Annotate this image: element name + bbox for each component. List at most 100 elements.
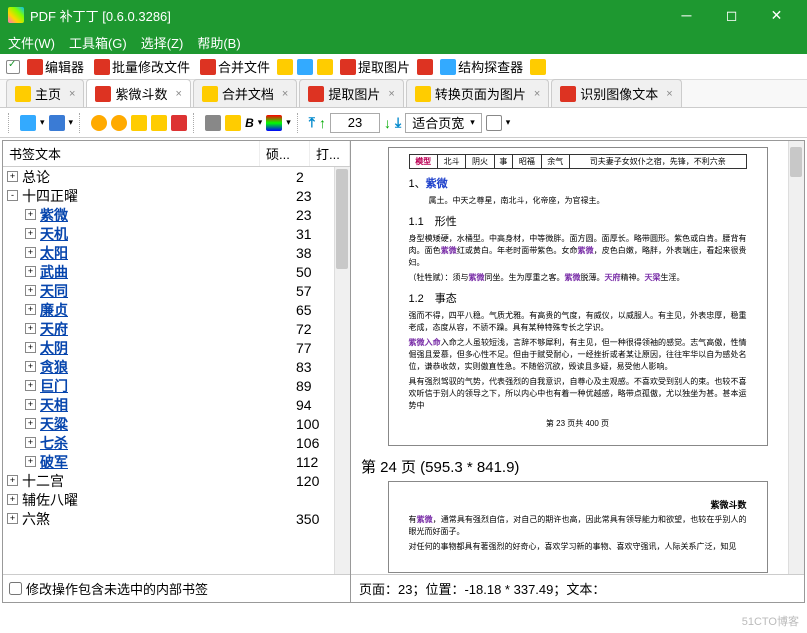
expand-icon[interactable]: +: [7, 171, 18, 182]
include-unselected-checkbox[interactable]: [9, 582, 22, 595]
copy-icon[interactable]: [131, 115, 147, 131]
close-button[interactable]: ✕: [754, 0, 799, 30]
first-page-button[interactable]: ⤒: [309, 114, 315, 131]
bookmark-row[interactable]: + 辅佐八曜: [3, 490, 350, 509]
col-2[interactable]: 硕...: [260, 141, 310, 166]
menu-toolbox[interactable]: 工具箱(G): [69, 33, 127, 52]
tool-icon[interactable]: [417, 59, 433, 75]
tab-2[interactable]: 合并文档×: [193, 79, 297, 107]
tab-0[interactable]: 主页×: [6, 79, 84, 107]
expand-icon[interactable]: +: [25, 437, 36, 448]
expand-icon[interactable]: +: [25, 247, 36, 258]
tab-close-icon[interactable]: ×: [388, 88, 394, 100]
last-page-button[interactable]: ⤓: [395, 114, 401, 131]
bookmark-row[interactable]: +廉贞65: [3, 300, 350, 319]
pdf-canvas[interactable]: 模型北斗阴火事昭福余气司夫妻子女奴仆之宿，先锋，不利六亲 1、紫微 属土。中天之…: [351, 141, 804, 574]
bookmark-row[interactable]: +六煞350: [3, 509, 350, 528]
bookmark-row[interactable]: +破军112: [3, 452, 350, 471]
mark-icon[interactable]: [225, 115, 241, 131]
col-3[interactable]: 打...: [310, 141, 350, 166]
bookmark-row[interactable]: +武曲50: [3, 262, 350, 281]
expand-icon[interactable]: +: [7, 513, 18, 524]
tab-close-icon[interactable]: ×: [282, 88, 288, 100]
bookmark-row[interactable]: +天粱100: [3, 414, 350, 433]
extract-button[interactable]: 提取图片: [337, 56, 413, 77]
maximize-button[interactable]: ◻: [709, 0, 754, 30]
expand-icon[interactable]: +: [25, 285, 36, 296]
expand-icon[interactable]: +: [7, 494, 18, 505]
editor-button[interactable]: 编辑器: [24, 56, 87, 77]
expand-icon[interactable]: +: [25, 418, 36, 429]
bookmark-row[interactable]: +总论2: [3, 167, 350, 186]
bookmark-row[interactable]: +天府72: [3, 319, 350, 338]
prev-page-button[interactable]: ↑: [319, 115, 326, 131]
bookmark-row[interactable]: +天机31: [3, 224, 350, 243]
expand-icon[interactable]: +: [25, 342, 36, 353]
tab-3[interactable]: 提取图片×: [299, 79, 403, 107]
expand-icon[interactable]: +: [25, 456, 36, 467]
edit-icon[interactable]: [205, 115, 221, 131]
undo-icon[interactable]: [91, 115, 107, 131]
expand-icon[interactable]: +: [25, 209, 36, 220]
bookmark-row[interactable]: +七杀106: [3, 433, 350, 452]
view-icon[interactable]: [486, 115, 502, 131]
expand-icon[interactable]: +: [25, 380, 36, 391]
bookmark-row[interactable]: +太阴77: [3, 338, 350, 357]
bookmark-panel: 书签文本 硕... 打... +总论2-十四正曜23+紫微23+天机31+太阳3…: [3, 141, 351, 602]
expand-icon[interactable]: +: [25, 304, 36, 315]
tab-5[interactable]: 识别图像文本×: [551, 79, 681, 107]
bold-italic-icon[interactable]: B: [245, 116, 254, 130]
new-icon[interactable]: [20, 115, 36, 131]
tab-close-icon[interactable]: ×: [175, 88, 181, 100]
batch-button[interactable]: 批量修改文件: [91, 56, 193, 77]
expand-icon[interactable]: +: [7, 475, 18, 486]
col-text[interactable]: 书签文本: [3, 141, 260, 166]
bookmark-row[interactable]: +天相94: [3, 395, 350, 414]
scroll-thumb[interactable]: [336, 169, 348, 269]
bookmark-row[interactable]: -十四正曜23: [3, 186, 350, 205]
bookmark-row[interactable]: +十二宫120: [3, 471, 350, 490]
paste-icon[interactable]: [151, 115, 167, 131]
tab-4[interactable]: 转换页面为图片×: [406, 79, 549, 107]
merge-button[interactable]: 合并文件: [197, 56, 273, 77]
tab-close-icon[interactable]: ×: [534, 88, 540, 100]
tab-1[interactable]: 紫微斗数×: [86, 79, 190, 107]
menu-help[interactable]: 帮助(B): [197, 33, 240, 52]
cell: 司夫妻子女奴仆之宿，先锋，不利六亲: [569, 155, 746, 169]
bookmark-tree[interactable]: +总论2-十四正曜23+紫微23+天机31+太阳38+武曲50+天同57+廉贞6…: [3, 167, 350, 574]
bookmark-row[interactable]: +贪狼83: [3, 357, 350, 376]
expand-icon[interactable]: +: [25, 228, 36, 239]
save-icon[interactable]: [49, 115, 65, 131]
expand-icon[interactable]: +: [25, 266, 36, 277]
delete-icon[interactable]: [171, 115, 187, 131]
page-input[interactable]: [330, 113, 380, 133]
status-bar: 页面：23；位置：-18.18 * 337.49；文本：: [351, 574, 804, 602]
struct-button[interactable]: 结构探查器: [437, 56, 526, 77]
tree-scrollbar[interactable]: [334, 167, 350, 574]
expand-icon[interactable]: +: [25, 399, 36, 410]
next-page-button[interactable]: ↓: [384, 115, 391, 131]
bookmark-row[interactable]: +紫微23: [3, 205, 350, 224]
color-icon[interactable]: [266, 115, 282, 131]
expand-icon[interactable]: +: [25, 361, 36, 372]
bookmark-row[interactable]: +天同57: [3, 281, 350, 300]
menu-select[interactable]: 选择(Z): [141, 33, 184, 52]
tab-close-icon[interactable]: ×: [666, 88, 672, 100]
bookmark-row[interactable]: +太阳38: [3, 243, 350, 262]
bookmark-row[interactable]: +巨门89: [3, 376, 350, 395]
scroll-thumb[interactable]: [790, 147, 802, 177]
tab-close-icon[interactable]: ×: [69, 88, 75, 100]
check-icon[interactable]: [6, 60, 20, 74]
expand-icon[interactable]: +: [25, 323, 36, 334]
redo-icon[interactable]: [111, 115, 127, 131]
menu-file[interactable]: 文件(W): [8, 33, 55, 52]
expand-icon[interactable]: -: [7, 190, 18, 201]
tool-icon[interactable]: [297, 59, 313, 75]
tool-icon[interactable]: [317, 59, 333, 75]
bookmark-label: 辅佐八曜: [22, 490, 296, 510]
tool-icon[interactable]: [277, 59, 293, 75]
minimize-button[interactable]: ─: [664, 0, 709, 30]
viewer-scrollbar[interactable]: [788, 141, 804, 574]
zoom-select[interactable]: 适合页宽▾: [405, 113, 482, 133]
tool-icon[interactable]: [530, 59, 546, 75]
